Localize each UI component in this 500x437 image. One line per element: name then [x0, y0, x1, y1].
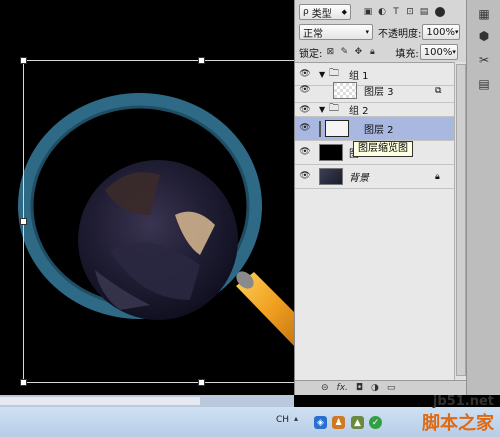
filter-toggle-button[interactable] [435, 7, 445, 17]
layer-row-layer-3[interactable]: 👁︎ 图层 3 ⧉ [295, 79, 454, 103]
transform-bounding-box [20, 57, 294, 386]
lock-icon: 🔒︎ [435, 171, 440, 182]
smart-object-icon: ⧉ [435, 85, 442, 96]
transform-handle-bottom-left[interactable] [20, 379, 27, 386]
visibility-eye-icon[interactable]: 👁︎ [299, 123, 311, 133]
panel-dock: ▦ ⬢ ✂ ▤ [466, 0, 500, 395]
fill-field[interactable]: 100% ▾ [419, 44, 458, 60]
transform-handle-bottom-middle[interactable] [198, 379, 205, 386]
3d-panel-icon[interactable]: ⬢ [474, 26, 494, 46]
document-canvas[interactable] [0, 0, 294, 395]
layer-thumbnail[interactable] [319, 144, 343, 161]
layer-filter-label: 类型 [311, 8, 332, 20]
layer-row-group-2[interactable]: 👁︎ ▼ 🗀︎ 组 2 [295, 103, 454, 117]
chevron-down-icon: ▾ [365, 28, 369, 36]
layer-thumbnail[interactable] [319, 168, 343, 185]
disclosure-triangle-icon[interactable]: ▼ [319, 105, 325, 114]
filter-type-icon[interactable]: T [391, 7, 401, 17]
watermark: jb51.net 脚本之家 [422, 394, 494, 435]
visibility-eye-icon[interactable]: 👁︎ [299, 171, 311, 181]
layer-name: 图层 3 [364, 87, 394, 98]
blend-mode-label: 正常 [303, 28, 323, 40]
blend-mode-dropdown[interactable]: 正常 ▾ [299, 24, 373, 40]
layer-thumbnail[interactable] [333, 82, 357, 99]
lock-position-icon[interactable]: ✥ [353, 47, 363, 57]
transform-handle-top-middle[interactable] [198, 57, 205, 64]
disclosure-triangle-icon[interactable]: ▼ [319, 70, 325, 79]
horizontal-scrollbar-thumb[interactable] [0, 397, 200, 405]
visibility-eye-icon[interactable]: 👁︎ [299, 69, 311, 79]
lock-transparent-icon[interactable]: ⊠ [325, 47, 335, 57]
layer-name: 背景 [349, 173, 369, 184]
adjustment-layer-icon[interactable]: ◑ [371, 383, 379, 393]
visibility-eye-icon[interactable]: 👁︎ [299, 147, 311, 157]
horizontal-scrollbar[interactable] [0, 395, 294, 407]
layer-name: 组 2 [349, 106, 369, 117]
transform-handle-top-left[interactable] [20, 57, 27, 64]
fill-dropdown-icon: ▾ [452, 48, 456, 56]
layer-name: 图层 2 [364, 125, 394, 136]
visibility-eye-icon[interactable]: 👁︎ [299, 85, 311, 95]
actions-panel-icon[interactable]: ▤ [474, 74, 494, 94]
filter-pixel-icon[interactable]: ▣ [363, 7, 373, 17]
layer-style-button[interactable]: fx. [337, 383, 348, 393]
lock-label: 锁定: [299, 48, 323, 60]
watermark-name: 脚本之家 [422, 413, 494, 434]
fill-value: 100% [423, 46, 453, 58]
layer-row-background[interactable]: 👁︎ 背景 🔒︎ [295, 165, 454, 189]
layer-thumbnail[interactable] [325, 120, 349, 137]
filter-smart-object-icon[interactable]: ▤ [419, 7, 429, 17]
opacity-value: 100% [426, 26, 455, 38]
visibility-eye-icon[interactable]: 👁︎ [299, 105, 311, 115]
lock-image-icon[interactable]: ✎ [339, 47, 349, 57]
filter-adjustment-icon[interactable]: ◐ [377, 7, 387, 17]
tray-shield-icon[interactable]: ◈ [314, 416, 327, 429]
filter-shape-icon[interactable]: ⊡ [405, 7, 415, 17]
tray-check-icon[interactable]: ✓ [369, 416, 382, 429]
stepper-icon: ◆ [341, 8, 347, 16]
ime-indicator[interactable]: CH [276, 415, 289, 425]
add-mask-icon[interactable]: ◘ [356, 383, 363, 393]
link-layers-icon[interactable]: ⊝ [321, 383, 329, 393]
tray-user-icon[interactable]: ♟ [332, 416, 345, 429]
layers-panel: ρ 类型 ◆ ▣ ◐ T ⊡ ▤ 正常 ▾ 不透明度: 100% ▾ 锁定: ⊠… [294, 0, 467, 395]
new-group-icon[interactable]: ▭ [387, 383, 396, 393]
folder-icon: 🗀︎ [329, 103, 339, 114]
color-panel-icon[interactable]: ▦ [474, 4, 494, 24]
fill-label: 填充: [395, 48, 419, 60]
layers-list[interactable]: 👁︎ ▼ 🗀︎ 组 1 👁︎ 图层 3 ⧉ 👁︎ ▼ 🗀︎ 组 2 👁︎ 图层 … [295, 62, 454, 380]
search-icon: ρ [303, 7, 309, 17]
tray-network-icon[interactable]: ▲ [351, 416, 364, 429]
opacity-field[interactable]: 100% ▾ [422, 24, 461, 40]
layer-thumbnail-tooltip: 图层缩览图 [353, 141, 413, 157]
layers-scrollbar-thumb[interactable] [456, 64, 466, 376]
opacity-label: 不透明度: [378, 28, 422, 40]
transform-handle-middle-left[interactable] [20, 218, 27, 225]
tray-expand-icon[interactable]: ▴ [294, 414, 298, 423]
navigator-panel-icon[interactable]: ✂ [474, 50, 494, 70]
lock-all-icon[interactable]: 🔒︎ [367, 47, 377, 57]
opacity-dropdown-icon: ▾ [454, 28, 459, 36]
layer-row-layer-2[interactable]: 👁︎ 图层 2 [295, 117, 454, 141]
watermark-url: jb51.net [432, 394, 494, 409]
layer-filter-dropdown[interactable]: ρ 类型 ◆ [299, 4, 351, 20]
clip-indicator [319, 121, 321, 137]
layers-panel-footer: ⊝ fx. ◘ ◑ ▭ [295, 380, 467, 395]
